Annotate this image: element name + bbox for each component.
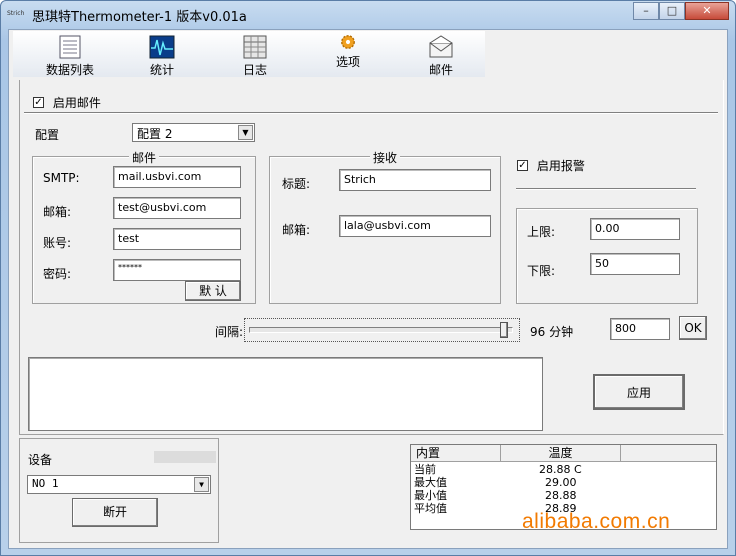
toolbar-label: 统计 bbox=[149, 63, 174, 77]
account-label: 账号: bbox=[43, 236, 72, 250]
apply-button[interactable]: 应用 bbox=[593, 374, 685, 410]
mail-settings-panel: ✓ 启用邮件 配置 配置 2 ▼ 邮件 SMTP: mail.usbvi.com… bbox=[19, 80, 724, 435]
enable-alarm-label: 启用报警 bbox=[536, 159, 585, 173]
enable-mail-checkbox[interactable]: ✓ bbox=[33, 97, 44, 108]
toolbar-data-list[interactable]: 数据列表 bbox=[35, 35, 105, 78]
device-label: 设备 bbox=[28, 453, 53, 467]
receive-mailbox-label: 邮箱: bbox=[282, 223, 311, 237]
password-input[interactable]: ****** bbox=[113, 259, 241, 281]
statistics-icon bbox=[149, 35, 175, 59]
chevron-down-icon[interactable]: ▼ bbox=[238, 125, 253, 140]
mail-icon bbox=[429, 35, 453, 58]
toolbar-mail[interactable]: 邮件 bbox=[406, 35, 476, 78]
subject-input[interactable]: Strich bbox=[339, 169, 491, 191]
smtp-label: SMTP: bbox=[43, 171, 80, 185]
row-value: 28.88 C bbox=[539, 463, 582, 476]
window-title: 思琪特Thermometer-1 版本v0.01a bbox=[32, 10, 247, 25]
toolbar-statistics[interactable]: 统计 bbox=[127, 35, 197, 78]
device-value: NO 1 bbox=[32, 477, 59, 490]
slider-track bbox=[249, 327, 513, 333]
toolbar-label: 选项 bbox=[335, 55, 360, 69]
config-select[interactable]: 配置 2 ▼ bbox=[132, 123, 255, 142]
mail-group: 邮件 SMTP: mail.usbvi.com 邮箱: test@usbvi.c… bbox=[32, 149, 256, 304]
client-area: 数据列表 统计 日志 选项 邮件 ✓ 启用邮件 配置 配置 2 ▼ 邮件 SMT… bbox=[8, 29, 728, 549]
toolbar-log[interactable]: 日志 bbox=[220, 35, 290, 78]
interval-input[interactable]: 800 bbox=[610, 318, 670, 340]
watermark: alibaba.com.cn bbox=[522, 510, 671, 533]
interval-readout: 96 分钟 bbox=[530, 325, 574, 339]
column-header-empty[interactable] bbox=[621, 445, 716, 462]
maximize-button[interactable]: □ bbox=[659, 2, 685, 20]
minimize-button[interactable]: – bbox=[633, 2, 659, 20]
mailbox-input[interactable]: test@usbvi.com bbox=[113, 197, 241, 219]
toolbar-label: 日志 bbox=[242, 63, 267, 77]
toolbar-options[interactable]: 选项 bbox=[313, 33, 383, 70]
app-window: Strich 思琪特Thermometer-1 版本v0.01a – □ ✕ 数… bbox=[0, 0, 736, 556]
config-value: 配置 2 bbox=[137, 127, 173, 141]
row-value: 29.00 bbox=[545, 476, 577, 489]
toolbar-label: 数据列表 bbox=[45, 63, 94, 77]
receive-mailbox-input[interactable]: lala@usbvi.com bbox=[339, 215, 491, 237]
options-icon bbox=[341, 35, 355, 49]
row-name: 当前 bbox=[414, 463, 436, 476]
lower-limit-input[interactable]: 50 bbox=[590, 253, 680, 275]
device-status-bar bbox=[154, 451, 216, 463]
device-select[interactable]: NO 1 ▼ bbox=[27, 475, 211, 494]
chevron-down-icon[interactable]: ▼ bbox=[194, 477, 209, 492]
row-name: 平均值 bbox=[414, 502, 447, 515]
column-header-temperature[interactable]: 温度 bbox=[501, 445, 621, 462]
data-list-icon bbox=[59, 35, 81, 59]
interval-label: 间隔: bbox=[215, 325, 244, 339]
close-button[interactable]: ✕ bbox=[685, 2, 729, 20]
app-icon: Strich bbox=[7, 10, 25, 17]
enable-mail-row: ✓ 启用邮件 bbox=[33, 94, 101, 111]
row-name: 最大值 bbox=[414, 476, 447, 489]
column-header-sensor[interactable]: 内置 bbox=[411, 445, 501, 462]
upper-limit-input[interactable]: 0.00 bbox=[590, 218, 680, 240]
log-icon bbox=[243, 35, 267, 59]
alarm-limits-group: 上限: 0.00 下限: 50 bbox=[516, 208, 698, 304]
smtp-input[interactable]: mail.usbvi.com bbox=[113, 166, 241, 188]
slider-thumb[interactable] bbox=[499, 322, 508, 338]
alarm-divider bbox=[516, 188, 696, 190]
divider bbox=[24, 112, 718, 114]
account-input[interactable]: test bbox=[113, 228, 241, 250]
device-panel: 设备 NO 1 ▼ 断开 bbox=[19, 438, 219, 543]
receive-group-title: 接收 bbox=[370, 149, 401, 166]
enable-alarm-checkbox[interactable]: ✓ bbox=[517, 160, 528, 171]
toolbar-label: 邮件 bbox=[428, 63, 453, 77]
title-bar[interactable]: Strich 思琪特Thermometer-1 版本v0.01a – □ ✕ bbox=[1, 1, 735, 29]
lower-limit-label: 下限: bbox=[527, 264, 556, 278]
row-name: 最小值 bbox=[414, 489, 447, 502]
ok-button[interactable]: OK bbox=[679, 316, 707, 340]
mailbox-label: 邮箱: bbox=[43, 205, 72, 219]
mail-group-title: 邮件 bbox=[129, 149, 160, 166]
enable-alarm-row: ✓ 启用报警 bbox=[517, 157, 585, 174]
receive-group: 接收 标题: Strich 邮箱: lala@usbvi.com bbox=[269, 149, 501, 304]
subject-label: 标题: bbox=[282, 177, 311, 191]
message-log[interactable] bbox=[28, 357, 543, 431]
upper-limit-label: 上限: bbox=[527, 225, 556, 239]
interval-slider[interactable] bbox=[244, 318, 520, 342]
default-button[interactable]: 默 认 bbox=[185, 281, 241, 301]
disconnect-button[interactable]: 断开 bbox=[72, 498, 158, 527]
config-label: 配置 bbox=[35, 128, 60, 142]
toolbar: 数据列表 统计 日志 选项 邮件 bbox=[13, 31, 485, 77]
password-label: 密码: bbox=[43, 267, 72, 281]
row-value: 28.88 bbox=[545, 489, 577, 502]
enable-mail-label: 启用邮件 bbox=[52, 96, 101, 110]
